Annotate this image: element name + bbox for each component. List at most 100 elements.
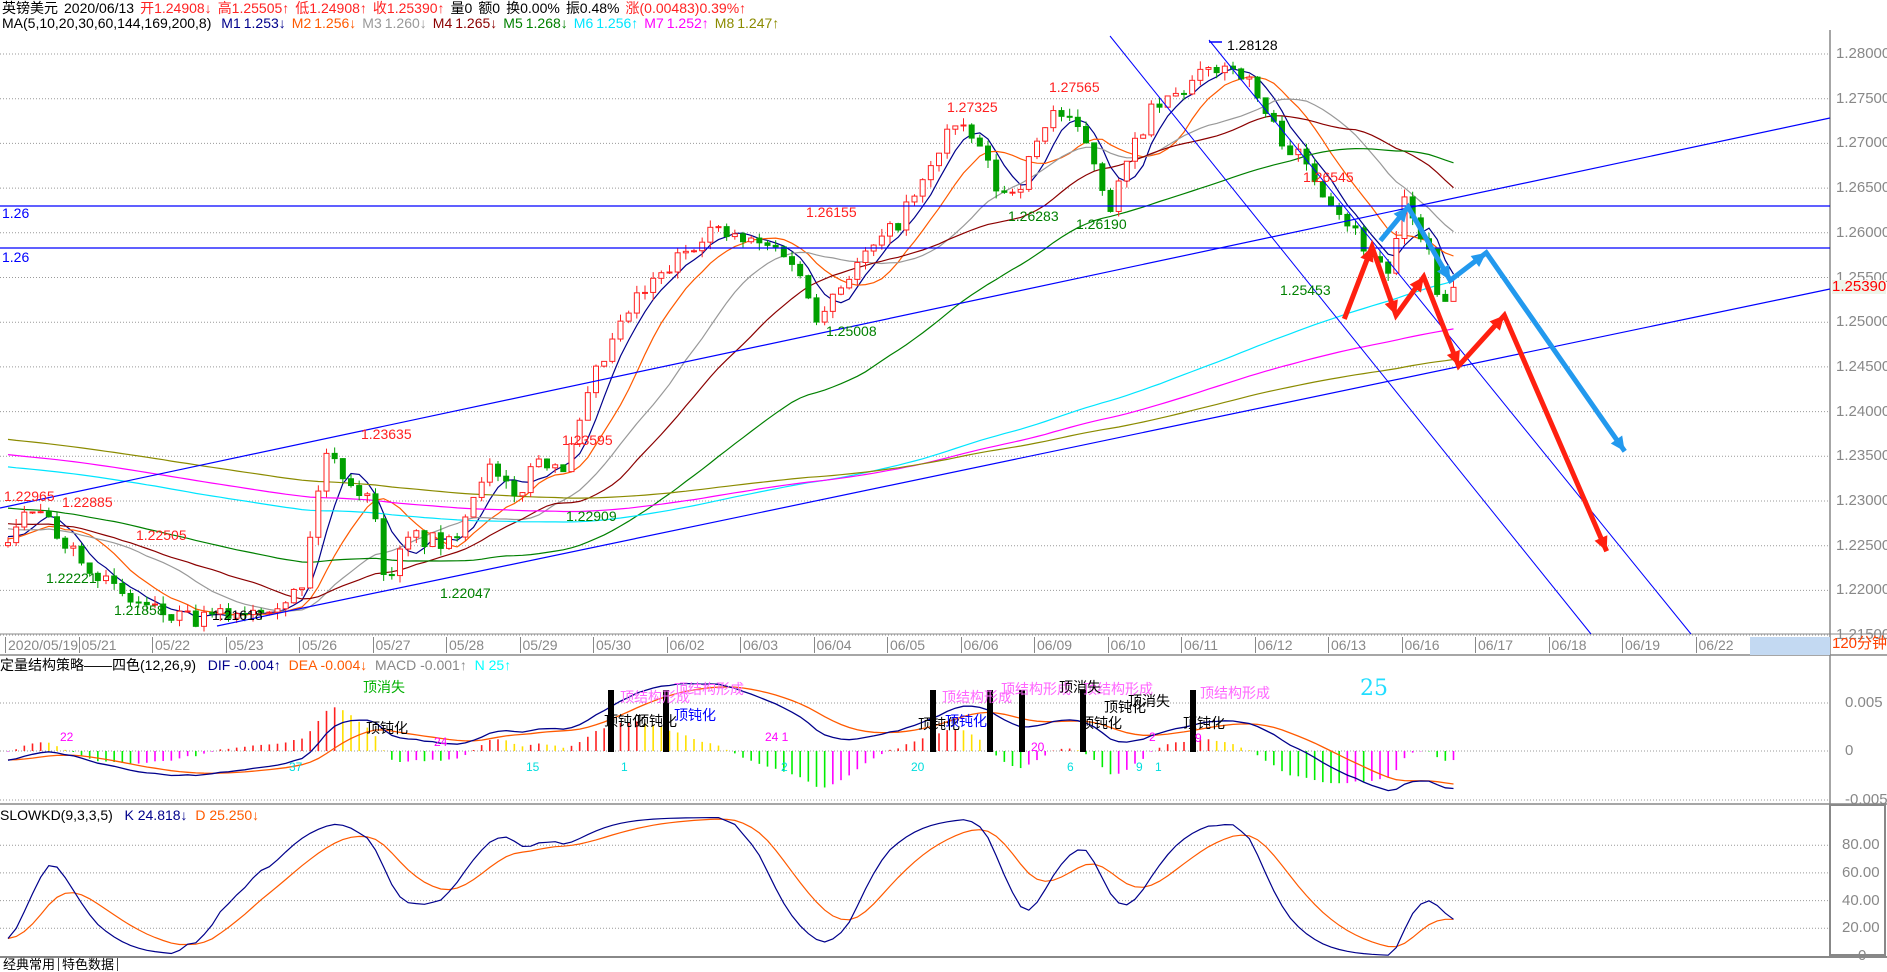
candle: [1189, 75, 1196, 96]
time-tick-label: 06/03: [740, 637, 778, 653]
candle: [715, 224, 722, 232]
candle: [470, 496, 477, 518]
candle-body: [756, 237, 763, 244]
candle-body: [421, 530, 428, 548]
candle: [1238, 67, 1245, 81]
candle: [584, 386, 591, 421]
candle-body: [176, 610, 183, 621]
price-tick-label: 1.26500: [1836, 179, 1887, 197]
candle-body: [503, 475, 510, 482]
candle: [29, 511, 36, 515]
tab-classic[interactable]: 经典常用: [0, 958, 60, 971]
macd-count-label: 37: [289, 760, 303, 774]
tab-feature-data[interactable]: 特色数据: [59, 958, 119, 971]
macd-signal-label: 顶结构形成: [674, 681, 744, 697]
candle-body: [1385, 261, 1392, 274]
time-tick-label: 05/21: [78, 637, 117, 653]
signal-marker-bar: [1019, 690, 1025, 752]
price-tick-label: 1.28000: [1836, 45, 1887, 62]
candle: [1148, 100, 1155, 138]
candle: [838, 285, 844, 296]
trendline-upper: [0, 117, 1831, 509]
macd-count-label: 1: [1155, 760, 1162, 774]
candle-body: [993, 159, 1000, 192]
candle-body: [617, 320, 624, 340]
macd-n: N 25↑: [474, 657, 512, 673]
current-price-label: 1.25390: [1832, 278, 1887, 295]
time-tick-label: 06/11: [1181, 637, 1218, 653]
candle: [495, 461, 501, 482]
macd-title: 定量结构策略——四色(12,26,9): [0, 657, 197, 673]
candle: [560, 464, 567, 473]
candle-body: [1132, 137, 1138, 162]
candle: [911, 194, 918, 207]
candle: [748, 235, 755, 244]
candle-body: [1083, 126, 1089, 144]
candle: [895, 222, 902, 233]
candle-body: [486, 463, 493, 483]
candle-body: [748, 237, 755, 243]
candle-body: [1074, 116, 1081, 128]
candle-body: [527, 466, 534, 494]
candle-body: [119, 582, 126, 594]
price-annotation: 1.26190: [1076, 216, 1127, 232]
candle-body: [78, 545, 85, 564]
candle: [780, 245, 787, 258]
time-tick-label: 2020/05/19: [5, 637, 78, 653]
time-tick-label: 06/18: [1548, 637, 1587, 653]
candle: [486, 458, 493, 487]
candle: [1336, 202, 1343, 220]
candle: [37, 503, 44, 514]
candle-body: [707, 226, 714, 243]
candle: [1270, 109, 1277, 123]
period-label[interactable]: 120分钟: [1832, 636, 1887, 651]
candle: [887, 221, 893, 245]
time-tick-label: 06/19: [1622, 637, 1660, 653]
candle: [331, 447, 338, 464]
price-annotation: 1.27565: [1049, 79, 1100, 95]
candle-body: [1254, 76, 1261, 99]
candle: [1042, 127, 1049, 145]
candle-body: [952, 125, 959, 130]
candle-body: [1172, 92, 1179, 97]
macd-signal-label: 顶结构形成: [1200, 685, 1270, 701]
candle-body: [878, 235, 885, 246]
price-annotation: 1.28128: [1227, 37, 1278, 53]
candle-body: [192, 610, 199, 627]
kd-header: SLOWKD(9,3,3,5) K 24.818↓ D 25.250↓: [0, 808, 259, 822]
macd-count-label: 2: [781, 760, 788, 774]
candle-body: [511, 480, 518, 497]
candle: [1099, 161, 1106, 196]
candle-body: [1197, 68, 1204, 81]
candle-body: [307, 536, 314, 589]
time-tick-label: 06/12: [1254, 637, 1293, 653]
forecast-arrow-red-path: [1341, 239, 1609, 553]
candle-body: [1246, 76, 1253, 80]
candle-body: [1336, 205, 1343, 215]
kd-d: D 25.250↓: [195, 807, 260, 823]
candle-body: [1099, 163, 1106, 191]
dea-line: [7, 686, 1454, 785]
candle-body: [658, 272, 665, 279]
price-tick-label: 1.26000: [1836, 223, 1887, 241]
time-tick-label: 05/27: [372, 637, 411, 653]
candle-body: [854, 261, 861, 280]
candle-body: [552, 464, 559, 469]
candle: [1050, 105, 1057, 132]
chart-canvas[interactable]: [0, 0, 1887, 970]
candle-body: [584, 392, 591, 421]
candle: [764, 240, 771, 251]
time-tick-label: 06/17: [1475, 637, 1513, 653]
forecast-arrow-blue-path: [1378, 202, 1627, 453]
candle-body: [609, 338, 616, 362]
macd-count-label: 6: [1067, 760, 1074, 774]
candle-body: [1058, 110, 1065, 117]
candle: [960, 118, 967, 132]
candle-body: [1034, 140, 1040, 158]
candle-body: [1009, 191, 1016, 194]
macd-signal-label: 顶消失: [1059, 679, 1101, 695]
candle-body: [1221, 65, 1228, 74]
candle: [1066, 108, 1073, 122]
candle-body: [315, 490, 322, 538]
candle-body: [1017, 188, 1024, 193]
